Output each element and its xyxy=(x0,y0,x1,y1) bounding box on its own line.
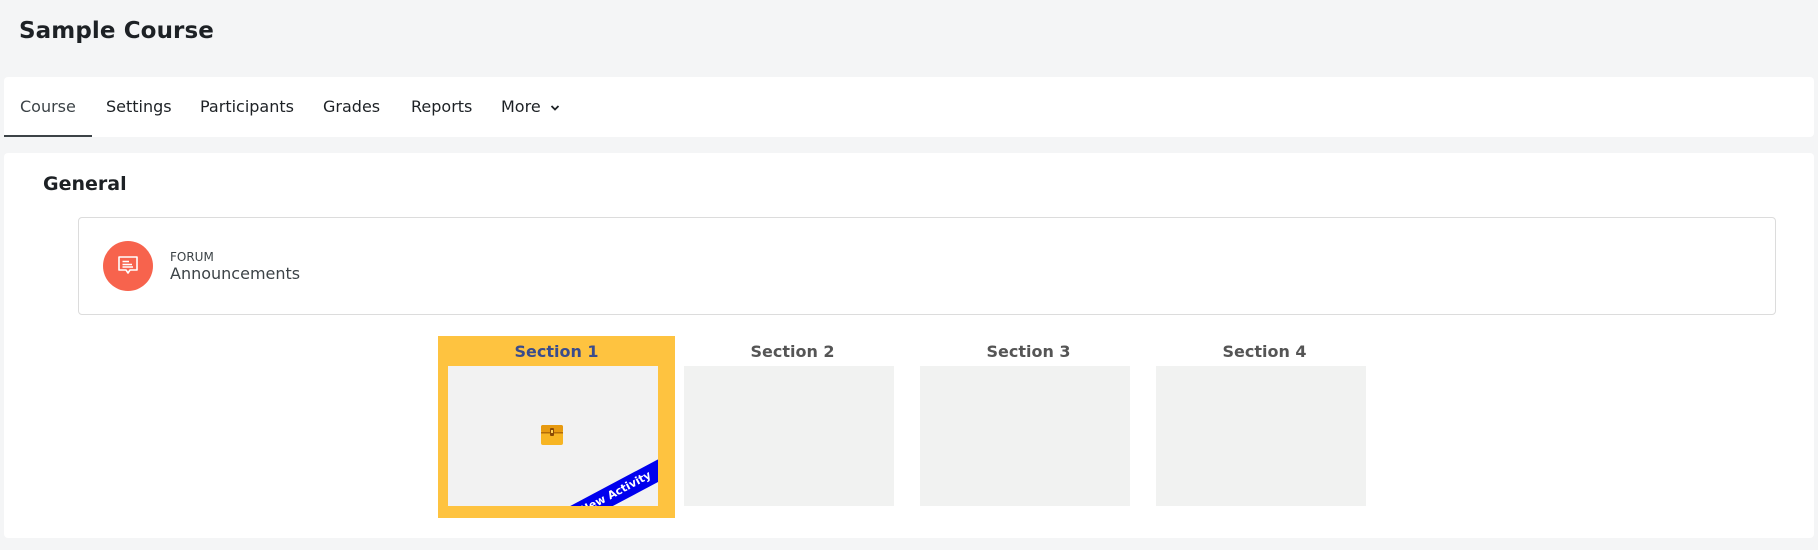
section-tile-2[interactable]: Section 2 xyxy=(674,336,911,518)
section-tile-1[interactable]: Section 1 New Activity xyxy=(438,336,675,518)
tab-course[interactable]: Course xyxy=(4,77,92,137)
section-thumbnail xyxy=(684,366,894,506)
section-tile-label: Section 4 xyxy=(1222,342,1307,361)
forum-activity[interactable]: FORUM Announcements xyxy=(78,217,1776,315)
tab-more-label: More xyxy=(501,97,541,116)
section-tile-label: Section 1 xyxy=(514,342,599,361)
tab-grades-label: Grades xyxy=(323,97,381,116)
page-header: Sample Course xyxy=(0,0,1818,76)
section-thumbnail xyxy=(920,366,1130,506)
general-section-title: General xyxy=(43,173,127,195)
section-tile-label: Section 3 xyxy=(986,342,1071,361)
activity-name-link[interactable]: Announcements xyxy=(170,264,300,283)
tab-settings-label: Settings xyxy=(106,97,172,116)
course-nav: Course Settings Participants Grades Repo… xyxy=(4,77,1814,137)
forum-icon xyxy=(103,241,153,291)
section-tile-4[interactable]: Section 4 xyxy=(1146,336,1383,518)
tab-course-label: Course xyxy=(20,97,76,116)
activity-type-label: FORUM xyxy=(170,250,214,264)
chevron-down-icon xyxy=(550,104,559,111)
tab-reports[interactable]: Reports xyxy=(411,77,472,137)
page-title: Sample Course xyxy=(19,18,214,44)
tab-reports-label: Reports xyxy=(411,97,473,116)
section-thumbnail: New Activity xyxy=(448,366,658,506)
tab-participants[interactable]: Participants xyxy=(200,77,294,137)
tab-settings[interactable]: Settings xyxy=(106,77,172,137)
tab-grades[interactable]: Grades xyxy=(323,77,380,137)
new-activity-ribbon: New Activity xyxy=(561,457,658,506)
tab-more[interactable]: More xyxy=(501,77,560,137)
section-tile-label: Section 2 xyxy=(750,342,835,361)
treasure-chest-icon xyxy=(541,425,563,445)
course-content: General FORUM Announcements Section 1 Ne… xyxy=(4,153,1814,538)
tab-participants-label: Participants xyxy=(200,97,294,116)
section-thumbnail xyxy=(1156,366,1366,506)
section-tile-3[interactable]: Section 3 xyxy=(910,336,1147,518)
